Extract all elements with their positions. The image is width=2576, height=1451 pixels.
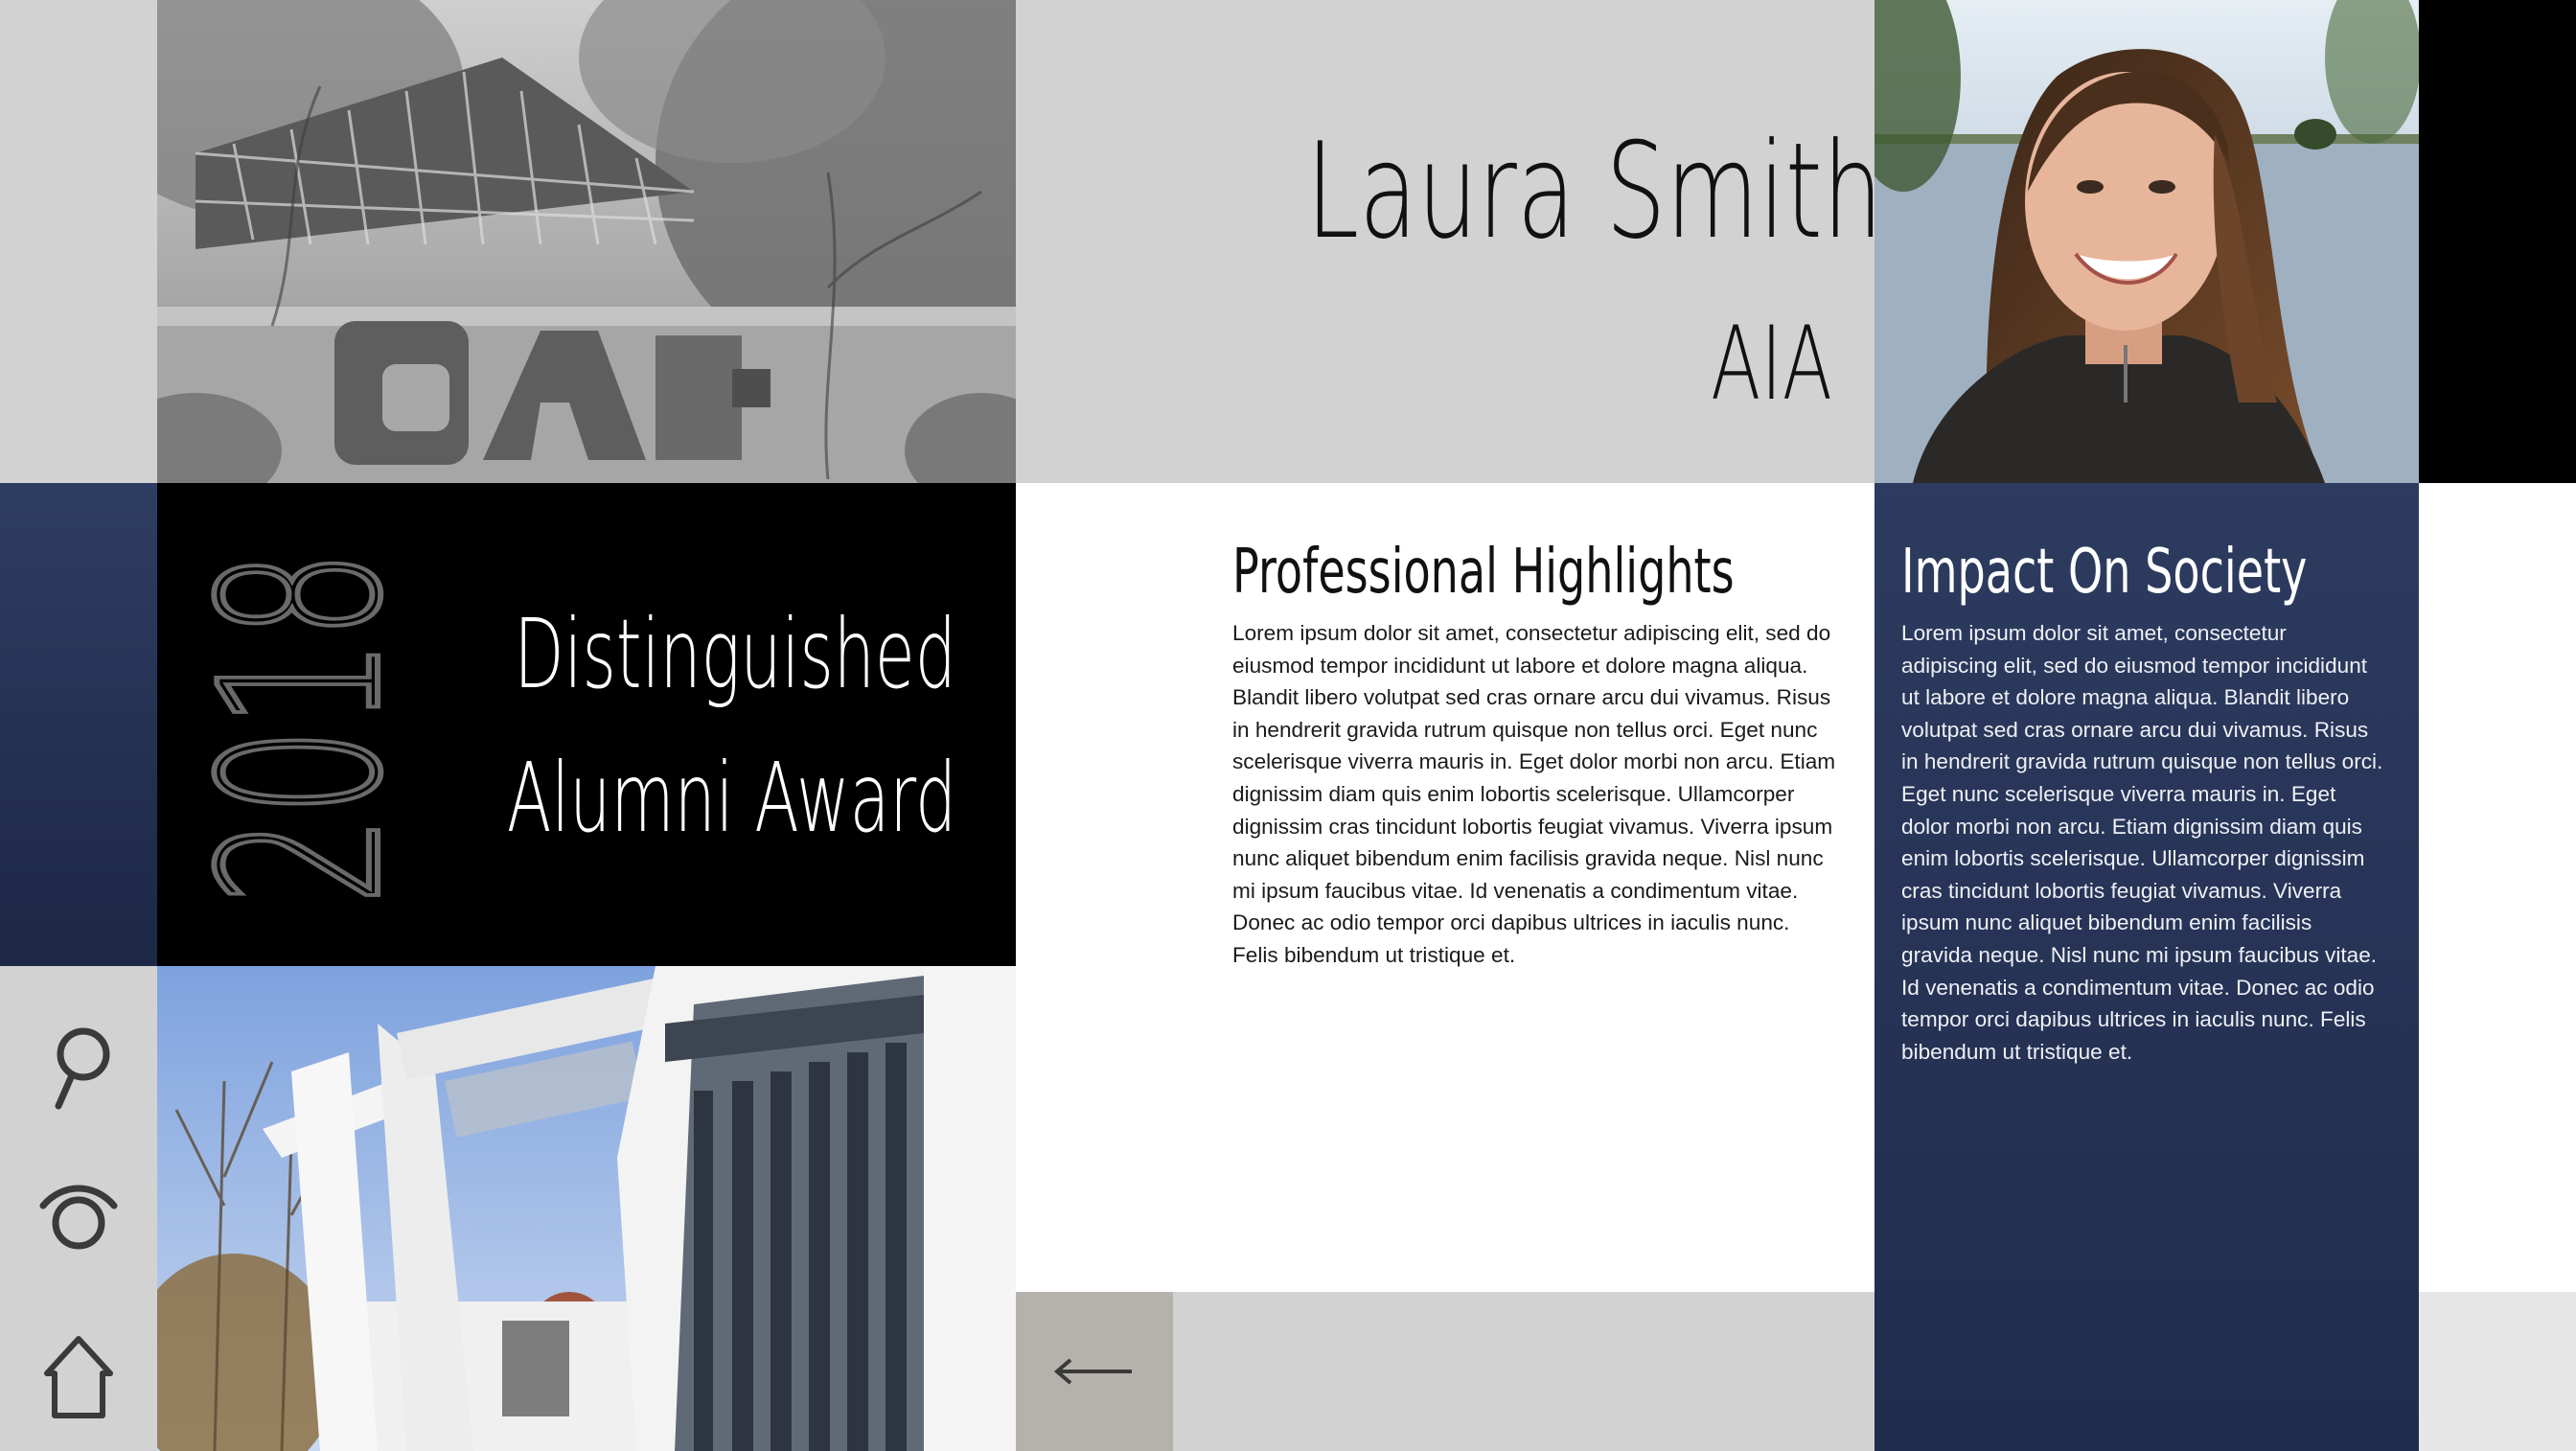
home-icon[interactable] xyxy=(0,1301,157,1445)
eye-icon[interactable] xyxy=(0,1153,157,1278)
award-title-line1: Distinguished xyxy=(514,598,956,710)
back-button[interactable] xyxy=(1016,1292,1173,1451)
portrait-photo xyxy=(1874,0,2419,483)
campus-building-photo xyxy=(157,966,1016,1451)
impact-body: Lorem ipsum dolor sit amet, consectetur … xyxy=(1901,621,2383,1064)
impact-heading: Impact On Society xyxy=(1901,537,2308,608)
name-panel: Laura Smith AIA xyxy=(1016,0,1883,483)
nav-strip xyxy=(0,966,157,1451)
arrow-left-icon xyxy=(1053,1358,1132,1385)
highlights-panel: Professional Highlights Lorem ipsum dolo… xyxy=(1016,483,1874,1292)
highlights-body: Lorem ipsum dolor sit amet, consectetur … xyxy=(1232,621,1836,967)
right-strip-bottom xyxy=(2419,1292,2576,1451)
left-margin-top xyxy=(0,0,157,483)
left-margin-navy xyxy=(0,483,157,966)
svg-text:2018: 2018 xyxy=(196,550,416,905)
person-name: Laura Smith xyxy=(1305,114,1883,268)
impact-panel: Impact On Society Lorem ipsum dolor sit … xyxy=(1874,483,2419,1451)
building-photo-grayscale xyxy=(157,0,1016,483)
award-panel: 2018 Distinguished Alumni Award xyxy=(157,483,1016,966)
right-strip-black xyxy=(2419,0,2576,483)
person-credential: AIA xyxy=(1711,305,1832,423)
search-icon[interactable] xyxy=(0,1004,157,1129)
award-title-line2: Alumni Award xyxy=(506,742,956,854)
highlights-heading: Professional Highlights xyxy=(1232,537,1735,608)
award-year-graphic: 2018 xyxy=(196,547,416,905)
right-strip-white xyxy=(2419,483,2576,1292)
